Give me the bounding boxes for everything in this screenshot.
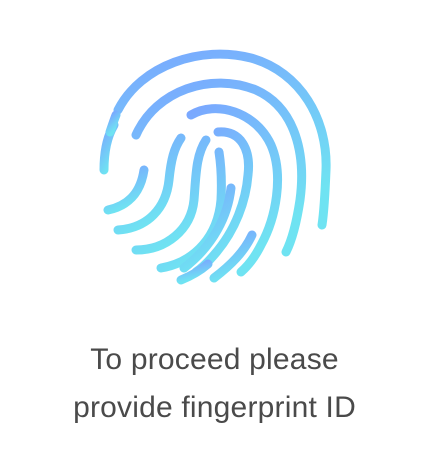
fingerprint-instruction: To proceed please provide fingerprint ID [0, 336, 429, 432]
fingerprint-icon [99, 49, 331, 285]
fingerprint-prompt-screen: To proceed please provide fingerprint ID [0, 0, 429, 471]
instruction-line-2: provide fingerprint ID [73, 391, 356, 424]
fingerprint-sensor[interactable] [96, 40, 336, 290]
instruction-line-1: To proceed please [90, 343, 339, 376]
